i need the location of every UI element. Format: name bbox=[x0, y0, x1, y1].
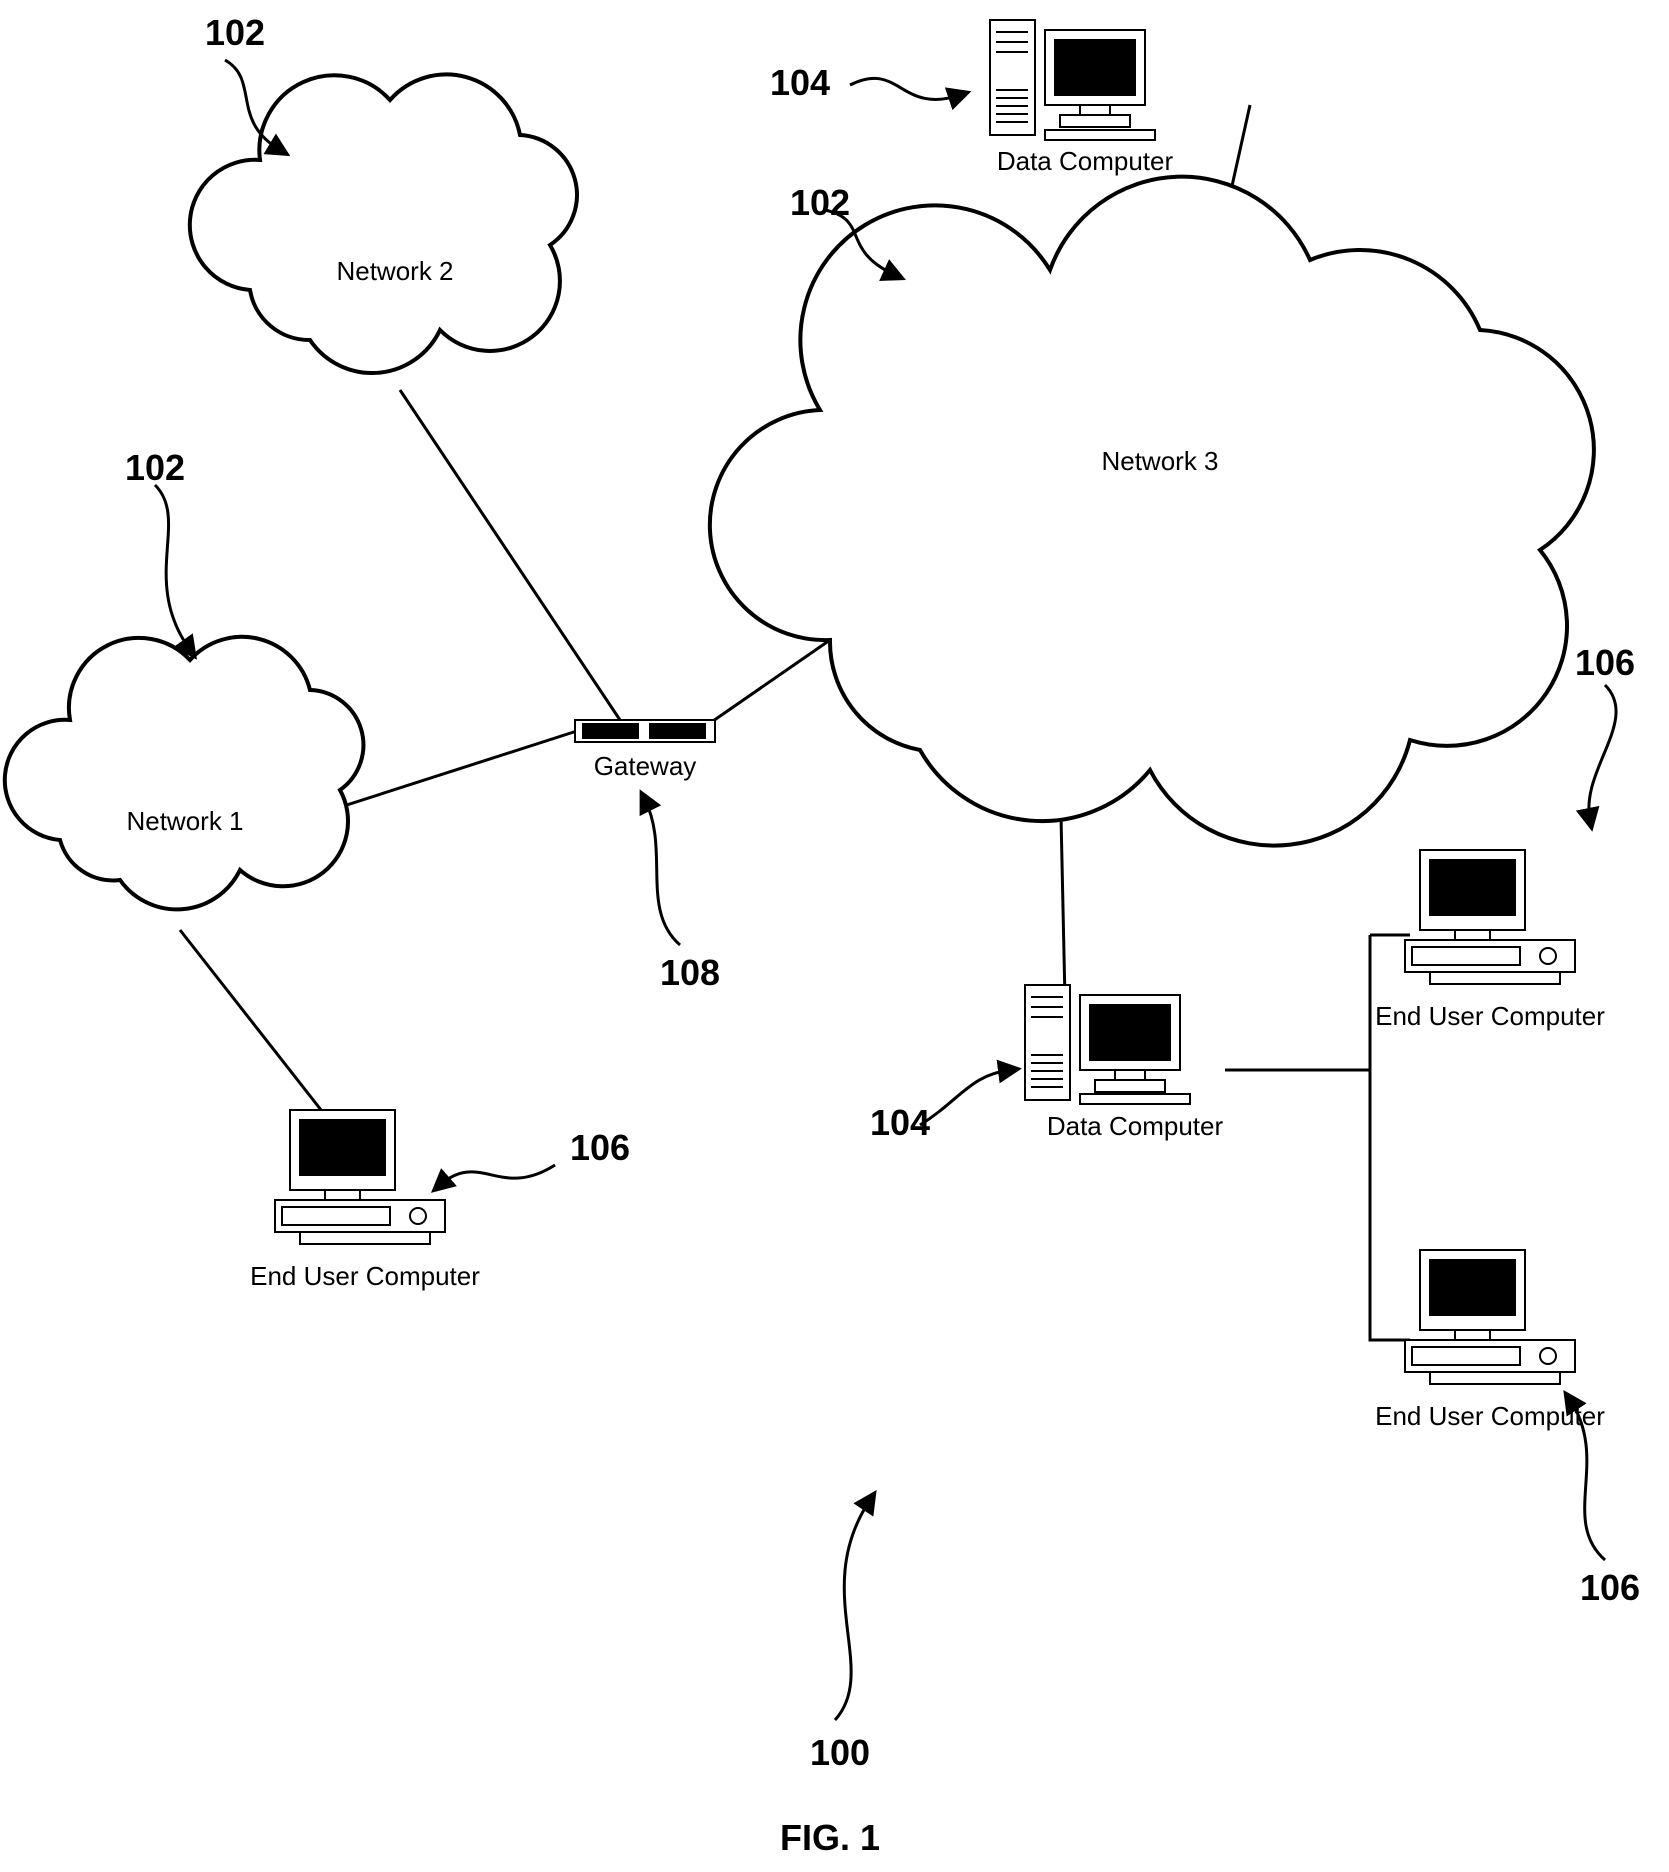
figure-number: FIG. 1 bbox=[780, 1817, 880, 1858]
ref-104-a: 104 bbox=[770, 62, 830, 103]
data-computer-center-icon bbox=[1025, 985, 1190, 1104]
data-computer-top-icon bbox=[990, 20, 1155, 140]
end-user-right-lower-icon bbox=[1405, 1250, 1575, 1384]
end-user-right-upper-icon bbox=[1405, 850, 1575, 984]
ref-102-a: 102 bbox=[205, 12, 265, 53]
network-2-label: Network 2 bbox=[336, 256, 453, 286]
data-computer-top-label: Data Computer bbox=[997, 146, 1174, 176]
data-computer-center-label: Data Computer bbox=[1047, 1111, 1224, 1141]
ref-100: 100 bbox=[810, 1732, 870, 1773]
network-2-cloud bbox=[190, 74, 577, 373]
ref-102-c: 102 bbox=[790, 182, 850, 223]
network-3-label: Network 3 bbox=[1101, 446, 1218, 476]
ref-108: 108 bbox=[660, 952, 720, 993]
end-user-right-upper-label: End User Computer bbox=[1375, 1001, 1605, 1031]
gateway-icon bbox=[575, 720, 715, 742]
ref-104-b: 104 bbox=[870, 1102, 930, 1143]
network-1-label: Network 1 bbox=[126, 806, 243, 836]
ref-106-b: 106 bbox=[1575, 642, 1635, 683]
ref-106-c: 106 bbox=[1580, 1567, 1640, 1608]
network-1-cloud bbox=[5, 637, 364, 910]
gateway-label: Gateway bbox=[594, 751, 697, 781]
ref-106-a: 106 bbox=[570, 1127, 630, 1168]
network-3-cloud bbox=[710, 177, 1594, 846]
end-user-right-lower-label: End User Computer bbox=[1375, 1401, 1605, 1431]
ref-102-b: 102 bbox=[125, 447, 185, 488]
network-diagram: Network 1 Network 2 Network 3 Gateway Da… bbox=[0, 0, 1669, 1872]
end-user-bottom-left-label: End User Computer bbox=[250, 1261, 480, 1291]
end-user-bottom-left-icon bbox=[275, 1110, 445, 1244]
